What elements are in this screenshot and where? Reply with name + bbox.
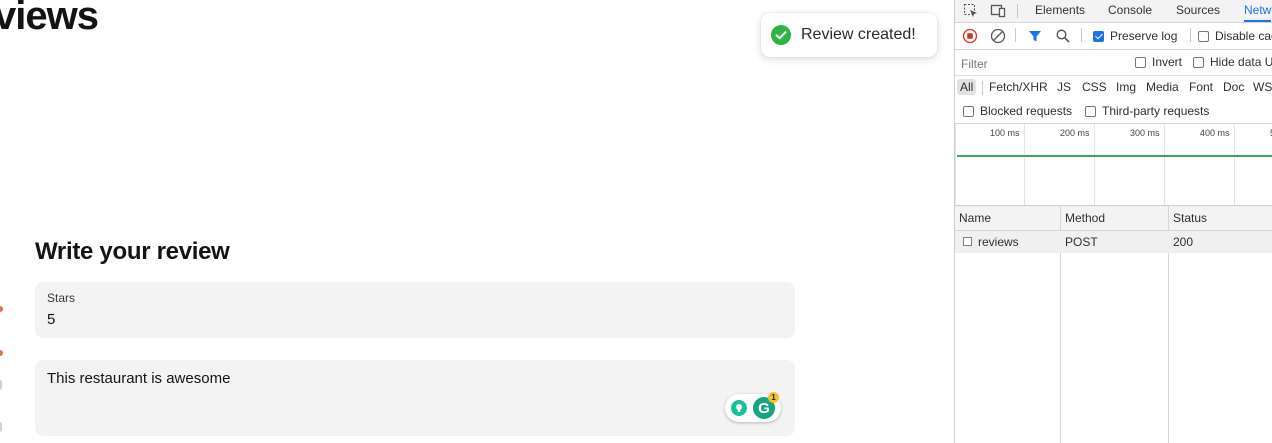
review-textarea[interactable]: This restaurant is awesome G 1 <box>35 360 795 436</box>
request-status: 200 <box>1173 235 1194 249</box>
tab-sources[interactable]: Sources <box>1176 0 1220 22</box>
request-name[interactable]: reviews <box>978 231 1019 253</box>
filter-input[interactable] <box>957 53 1126 74</box>
timeline-tick-label: 100 ms <box>990 128 1020 138</box>
column-status[interactable]: Status <box>1173 206 1207 230</box>
filter-row: Invert Hide data U <box>955 50 1272 76</box>
hide-data-urls-label[interactable]: Hide data U <box>1210 55 1272 69</box>
search-icon[interactable] <box>1055 28 1071 44</box>
type-img[interactable]: Img <box>1113 79 1139 95</box>
success-toast: Review created! <box>761 13 937 57</box>
filter-icon[interactable] <box>1027 28 1043 44</box>
column-method[interactable]: Method <box>1065 206 1105 230</box>
third-party-label[interactable]: Third-party requests <box>1102 104 1209 118</box>
third-party-checkbox[interactable] <box>1085 106 1096 117</box>
tab-console[interactable]: Console <box>1108 0 1152 22</box>
type-doc[interactable]: Doc <box>1220 79 1247 95</box>
type-font[interactable]: Font <box>1186 79 1216 95</box>
separator <box>982 81 983 95</box>
timeline-gridline <box>1024 124 1025 205</box>
requests-table-header: Name Method Status <box>955 206 1272 231</box>
edge-mark <box>0 380 2 390</box>
lightbulb-glyph <box>736 404 742 412</box>
timeline-request-bar <box>957 155 1272 157</box>
inspect-element-icon[interactable] <box>963 3 979 19</box>
timeline-gridline <box>1094 124 1095 205</box>
tab-network[interactable]: Netw <box>1244 0 1272 22</box>
grammarly-icon[interactable]: G 1 <box>753 392 779 419</box>
grammarly-count-badge: 1 <box>768 392 779 403</box>
timeline-tick-label: 200 ms <box>1060 128 1090 138</box>
request-options-row: Blocked requests Third-party requests <box>955 99 1272 124</box>
stars-input[interactable]: 5 <box>47 311 55 328</box>
type-fetch-xhr[interactable]: Fetch/XHR <box>986 79 1051 95</box>
network-timeline[interactable]: 100 ms 200 ms 300 ms 400 ms 5 <box>955 124 1272 206</box>
devtools-panel: Elements Console Sources Netw Preserve l… <box>954 0 1272 443</box>
clear-icon[interactable] <box>990 28 1006 44</box>
hide-data-urls-checkbox[interactable] <box>1193 57 1204 68</box>
network-toolbar: Preserve log Disable cac <box>955 23 1272 50</box>
preserve-log-checkbox[interactable] <box>1093 31 1104 42</box>
blocked-requests-checkbox[interactable] <box>963 106 974 117</box>
scroll-edge-marks <box>0 290 6 440</box>
request-doc-icon <box>963 237 972 246</box>
preserve-log-label[interactable]: Preserve log <box>1110 29 1177 43</box>
invert-checkbox[interactable] <box>1135 57 1146 68</box>
lightbulb-icon[interactable] <box>731 400 747 416</box>
request-method: POST <box>1065 235 1098 249</box>
resource-type-filters: All Fetch/XHR JS CSS Img Media Font Doc … <box>955 76 1272 98</box>
review-text[interactable]: This restaurant is awesome <box>47 370 230 387</box>
type-js[interactable]: JS <box>1054 79 1074 95</box>
blocked-requests-label[interactable]: Blocked requests <box>980 104 1072 118</box>
separator <box>1015 28 1016 42</box>
page-heading: views <box>0 0 99 38</box>
form-title: Write your review <box>35 238 230 265</box>
app-page: views Review created! Write your review … <box>0 0 954 443</box>
edge-mark <box>0 422 2 432</box>
invert-label[interactable]: Invert <box>1152 55 1182 69</box>
timeline-gridline <box>1234 124 1235 205</box>
grammarly-widget[interactable]: G 1 <box>725 392 781 422</box>
timeline-gridline <box>1164 124 1165 205</box>
grammarly-letter: G <box>758 399 770 417</box>
device-toolbar-icon[interactable] <box>990 3 1006 19</box>
edge-dot <box>0 350 3 356</box>
devtools-tabbar: Elements Console Sources Netw <box>955 0 1272 23</box>
check-circle-icon <box>771 25 791 45</box>
separator <box>1190 28 1191 42</box>
toast-message: Review created! <box>801 26 916 43</box>
separator <box>1017 4 1018 18</box>
table-row[interactable]: reviews POST 200 <box>955 231 1272 253</box>
disable-cache-checkbox[interactable] <box>1198 31 1209 42</box>
timeline-gridline <box>955 124 956 205</box>
stars-label: Stars <box>47 291 76 305</box>
timeline-tick-label: 400 ms <box>1200 128 1230 138</box>
separator <box>1081 28 1082 42</box>
tab-elements[interactable]: Elements <box>1035 0 1085 22</box>
timeline-tick-label: 300 ms <box>1130 128 1160 138</box>
stars-field[interactable]: Stars 5 <box>35 282 795 338</box>
type-ws[interactable]: WS <box>1250 79 1272 95</box>
record-stop-icon[interactable] <box>962 28 978 44</box>
type-all[interactable]: All <box>957 79 977 95</box>
disable-cache-label[interactable]: Disable cac <box>1215 29 1272 43</box>
column-name[interactable]: Name <box>959 206 991 230</box>
edge-dot <box>0 306 3 312</box>
type-css[interactable]: CSS <box>1079 79 1110 95</box>
type-media[interactable]: Media <box>1143 79 1182 95</box>
